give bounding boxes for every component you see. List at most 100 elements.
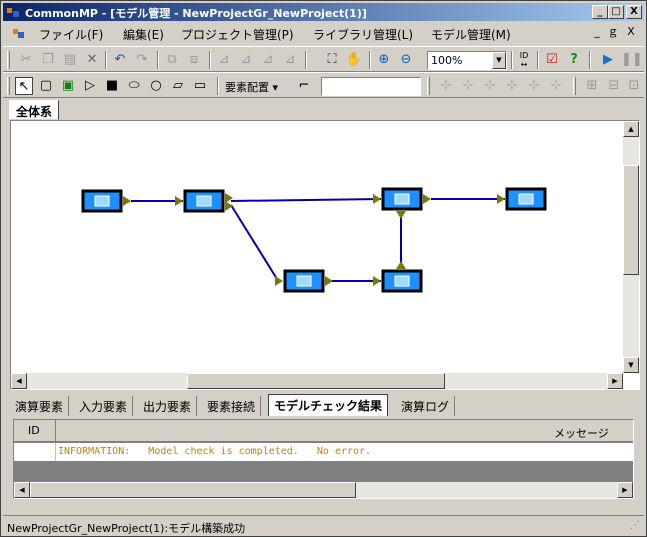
node-3[interactable] (373, 187, 431, 219)
group-icon[interactable]: ⧉ (163, 51, 181, 69)
tab-overall-system[interactable]: 全体系 (9, 100, 60, 120)
node-1[interactable] (81, 189, 131, 213)
app-icon (7, 8, 19, 17)
arrange3-icon[interactable]: ⊹ (481, 77, 499, 95)
scroll-left-icon[interactable]: ◀ (14, 482, 30, 498)
node-2[interactable] (175, 189, 233, 213)
size2-icon[interactable]: ⊟ (605, 77, 623, 95)
toolbar-grip[interactable] (427, 77, 430, 95)
element-name-field[interactable] (321, 77, 421, 96)
scroll-right-icon[interactable]: ▶ (607, 373, 623, 389)
copy-icon[interactable]: ❐ (39, 51, 57, 69)
canvas-vertical-scrollbar[interactable]: ▲ ▼ (623, 121, 639, 373)
toolbar-separator (511, 51, 513, 69)
arrange-icon[interactable]: ⊹ (437, 77, 455, 95)
check-icon[interactable]: ☑ (543, 51, 561, 69)
toolbar-grip[interactable] (7, 77, 10, 95)
undo-icon[interactable]: ↶ (111, 51, 129, 69)
align4-icon[interactable]: ⊿ (281, 51, 299, 69)
ungroup-icon[interactable]: ⧈ (185, 51, 203, 69)
hand-icon[interactable]: ✋ (345, 51, 363, 69)
size3-icon[interactable]: ⊡ (625, 77, 643, 95)
layout-dropdown[interactable]: 要素配置 ▾ (225, 79, 278, 95)
tab-calc-log[interactable]: 演算ログ (396, 396, 456, 416)
align3-icon[interactable]: ⊿ (259, 51, 277, 69)
arrange6-icon[interactable]: ⊹ (547, 77, 565, 95)
tab-model-check-results[interactable]: モデルチェック結果 (268, 394, 389, 416)
arrange4-icon[interactable]: ⊹ (503, 77, 521, 95)
tab-element-connections[interactable]: 要素接続 (202, 396, 262, 416)
menu-project[interactable]: プロジェクト管理(P) (181, 26, 294, 43)
tab-calc-elements[interactable]: 演算要素 (10, 396, 70, 416)
scroll-left-icon[interactable]: ◀ (11, 373, 27, 389)
align-icon[interactable]: ⊿ (215, 51, 233, 69)
ellipse-tool-icon[interactable]: ⬭ (125, 77, 143, 95)
model-diagram[interactable] (11, 121, 623, 373)
grid-horizontal-scrollbar[interactable]: ◀ ▶ (14, 482, 633, 498)
scroll-down-icon[interactable]: ▼ (623, 357, 639, 373)
rect-bold-tool-icon[interactable]: ▣ (59, 77, 77, 95)
pointer-tool-icon[interactable]: ↖ (15, 77, 33, 95)
toolbar-grip[interactable] (7, 51, 10, 69)
redo-icon[interactable]: ↷ (133, 51, 151, 69)
scroll-right-icon[interactable]: ▶ (617, 482, 633, 498)
circle-tool-icon[interactable]: ○ (147, 77, 165, 95)
node-6[interactable] (373, 261, 423, 293)
mdi-minimize-button[interactable]: _ (589, 25, 605, 39)
rect-tool-icon[interactable]: ▢ (37, 77, 55, 95)
node-5[interactable] (275, 269, 333, 293)
title-bar[interactable]: CommonMP - [モデル管理 - NewProjectGr_NewProj… (3, 3, 644, 21)
filled-rect-tool-icon[interactable]: ■ (103, 77, 121, 95)
close-button[interactable]: X (626, 5, 642, 19)
model-canvas[interactable]: ▲ ▼ ◀ ▶ (10, 120, 640, 390)
connector-line[interactable] (230, 204, 278, 280)
column-header-id[interactable]: ID (14, 420, 56, 441)
zoom-out-icon[interactable]: ⊖ (397, 51, 415, 69)
mdi-doc-icon[interactable] (13, 27, 25, 39)
menu-bar: ファイル(F) 編集(E) プロジェクト管理(P) ライブラリ管理(L) モデル… (3, 23, 644, 43)
rounded-rect-tool-icon[interactable]: ▭ (191, 77, 209, 95)
arrange5-icon[interactable]: ⊹ (525, 77, 543, 95)
menu-library[interactable]: ライブラリ管理(L) (313, 26, 413, 43)
zoom-in-icon[interactable]: ⊕ (375, 51, 393, 69)
mdi-restore-button[interactable]: ｇ (605, 25, 621, 39)
parallelogram-tool-icon[interactable]: ▱ (169, 77, 187, 95)
mdi-close-button[interactable]: X (623, 25, 639, 39)
toolbar-grip[interactable] (573, 77, 576, 95)
paste-icon[interactable]: ▤ (61, 51, 79, 69)
node-4[interactable] (497, 187, 547, 211)
window-title: CommonMP - [モデル管理 - NewProjectGr_NewProj… (25, 7, 367, 20)
maximize-button[interactable]: □ (608, 5, 624, 19)
scroll-up-icon[interactable]: ▲ (623, 121, 639, 137)
help-icon[interactable]: ? (565, 51, 583, 69)
vertical-scroll-thumb[interactable] (623, 165, 639, 275)
menu-model[interactable]: モデル管理(M) (431, 26, 511, 43)
zoom-select[interactable]: 100% ▼ (427, 51, 507, 70)
id-icon[interactable]: ID ↔ (515, 51, 533, 69)
grid-header: ID メッセージ (14, 420, 633, 442)
tab-input-elements[interactable]: 入力要素 (74, 396, 134, 416)
table-row[interactable]: INFORMATION: Model check is completed. N… (14, 443, 633, 461)
cut-icon[interactable]: ✂ (17, 51, 35, 69)
connector-line[interactable] (230, 198, 382, 202)
size-icon[interactable]: ⊞ (583, 77, 601, 95)
run-icon[interactable]: ▶ (599, 51, 617, 69)
chevron-down-icon[interactable]: ▼ (492, 52, 506, 69)
column-header-message[interactable]: メッセージ (554, 425, 609, 441)
horizontal-scroll-thumb[interactable] (187, 373, 445, 389)
grid-scroll-thumb[interactable] (30, 482, 356, 498)
minimize-button[interactable]: _ (592, 5, 608, 19)
menu-edit[interactable]: 編集(E) (123, 26, 164, 43)
select-area-icon[interactable]: ⛶ (323, 51, 341, 69)
pause-icon[interactable]: ❚❚ (621, 51, 643, 69)
connector-tool-icon[interactable]: ⌐ (295, 77, 313, 95)
menu-file[interactable]: ファイル(F) (39, 26, 103, 43)
arrange2-icon[interactable]: ⊹ (459, 77, 477, 95)
delete-icon[interactable]: ✕ (83, 51, 101, 69)
align2-icon[interactable]: ⊿ (237, 51, 255, 69)
resize-grip-icon[interactable]: ⋰ (630, 520, 640, 531)
triangle-tool-icon[interactable]: ▷ (81, 77, 99, 95)
zoom-value: 100% (431, 54, 463, 67)
canvas-horizontal-scrollbar[interactable]: ◀ ▶ (11, 373, 623, 389)
tab-output-elements[interactable]: 出力要素 (138, 396, 198, 416)
